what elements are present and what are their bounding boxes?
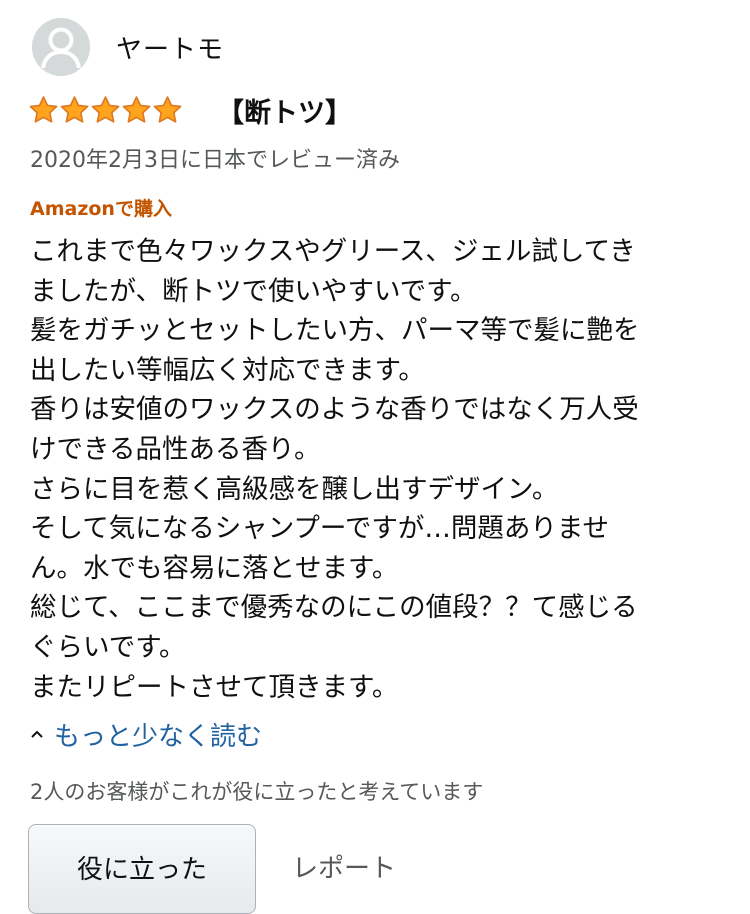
star-filled-icon [91,95,120,123]
customer-review: ヤートモ 【断トツ】 2020年2月3日に日本でレビュー済み Amazonで購入… [0,0,750,914]
review-date: 2020年2月3日に日本でレビュー済み [30,148,400,173]
helpful-button-label: 役に立った [76,855,207,885]
review-body: これまで色々ワックスやグリース、ジェル試してき ましたが、断トツで使いやすいです。… [30,232,730,707]
review-body-line: さらに目を惹く高級感を醸し出すデザイン。 [30,473,559,505]
review-body-line: ぐらいです。 [30,631,186,663]
verified-purchase-badge: Amazonで購入 [30,198,172,220]
review-body-line: 髪をガチッとセットしたい方、パーマ等で髪に艶を [30,315,640,347]
rating-row: 【断トツ】 [28,91,352,130]
reviewer-profile[interactable]: ヤートモ [32,18,224,76]
star-filled-icon [153,95,182,123]
review-body-line: そして気になるシャンプーですが…問題ありませ [30,513,610,545]
review-body-line: ましたが、断トツで使いやすいです。 [30,275,477,307]
star-filled-icon [122,95,151,123]
read-less-link[interactable]: もっと少なく読む [30,714,262,754]
chevron-up-icon [31,730,43,738]
read-less-label: もっと少なく読む [54,721,263,752]
helpful-vote-statement: 2人のお客様がこれが役に立ったと考えています [30,780,484,804]
report-abuse-link[interactable]: レポート [292,848,396,885]
reviewer-name[interactable]: ヤートモ [116,29,224,66]
review-body-line: 香りは安値のワックスのような香りではなく万人受 [30,394,639,426]
default-user-avatar-icon [32,18,90,76]
review-body-line: またリピートさせて頂きます。 [30,671,399,703]
helpful-button[interactable]: 役に立った [28,824,256,914]
star-filled-icon [60,95,89,123]
star-rating[interactable] [28,95,183,126]
review-body-line: 出したい等幅広く対応できます。 [30,354,425,386]
star-filled-icon [29,95,58,123]
review-title[interactable]: 【断トツ】 [217,91,352,130]
review-body-line: これまで色々ワックスやグリース、ジェル試してき [30,236,636,267]
review-body-line: けできる品性ある香り。 [30,433,321,465]
review-body-line: ん。水でも容易に落とせます。 [30,552,399,584]
review-body-line: 総じて、ここまで優秀なのにこの値段？？て感じる [30,592,638,624]
